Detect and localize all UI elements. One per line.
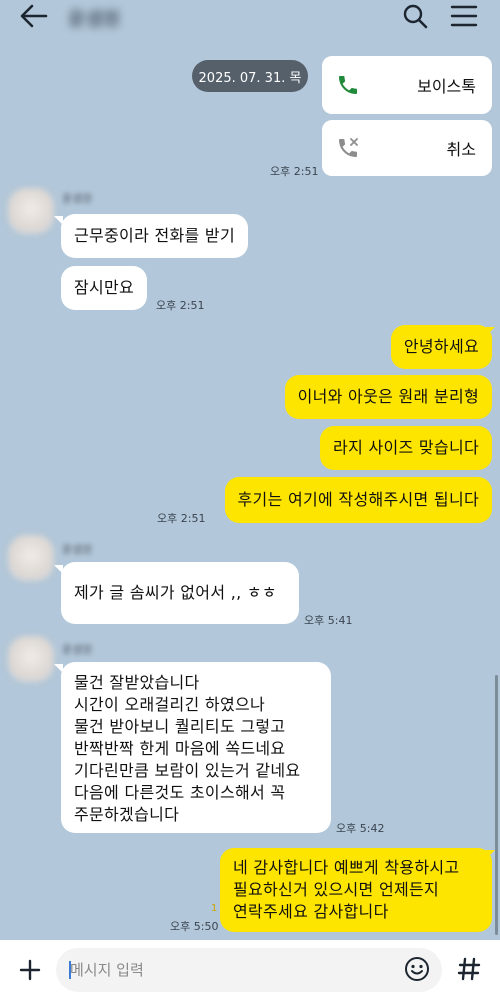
sender-name: 윤샘원	[62, 543, 93, 556]
scrollbar[interactable]	[495, 675, 498, 935]
call-label: 보이스톡	[417, 77, 476, 96]
message-time: 오후 2:51	[270, 165, 319, 178]
message-time: 오후 5:41	[304, 614, 353, 627]
message-bubble[interactable]: 라지 사이즈 맞습니다	[320, 426, 492, 470]
avatar[interactable]	[8, 535, 54, 581]
sender-name: 윤샘원	[62, 192, 93, 205]
smiley-icon[interactable]	[402, 954, 432, 984]
arrow-left-icon[interactable]	[18, 2, 50, 30]
message-input[interactable]	[70, 948, 390, 992]
call-label: 취소	[446, 140, 476, 159]
chat-title: 윤샘원	[68, 8, 121, 30]
date-divider: 2025. 07. 31. 목	[192, 60, 308, 92]
message-input-container[interactable]	[56, 948, 442, 992]
message-time: 오후 5:50	[170, 920, 219, 933]
cancelled-call-card[interactable]: 취소	[322, 120, 492, 176]
message-bubble[interactable]: 잠시만요	[61, 266, 148, 310]
phone-cancelled-icon	[339, 138, 358, 157]
message-time: 오후 2:51	[156, 299, 205, 312]
hamburger-menu-icon[interactable]	[450, 4, 478, 28]
message-bubble[interactable]: 물건 잘받았습니다 시간이 오래걸리긴 하였으나 물건 받아보니 퀄리티도 그렇…	[61, 662, 331, 833]
message-bubble[interactable]: 제가 글 솜씨가 없어서 ,, ㅎㅎ	[61, 562, 299, 624]
sender-name: 윤샘원	[62, 643, 93, 656]
message-bubble[interactable]: 후기는 여기에 작성해주시면 됩니다	[224, 477, 492, 523]
avatar[interactable]	[8, 636, 54, 682]
avatar[interactable]	[8, 188, 54, 234]
message-bubble[interactable]: 네 감사합니다 예쁘게 착용하시고 필요하신거 있으시면 언제든지 연락주세요 …	[220, 848, 492, 932]
message-bubble[interactable]: 이너와 아웃은 원래 분리형	[284, 375, 492, 419]
message-bubble[interactable]: 안녕하세요	[390, 325, 492, 369]
search-icon[interactable]	[402, 3, 428, 29]
plus-icon[interactable]	[16, 956, 44, 984]
message-bubble[interactable]: 근무중이라 전화를 받기	[61, 214, 248, 258]
phone-icon	[339, 76, 357, 94]
voice-call-card[interactable]: 보이스톡	[322, 56, 492, 114]
unread-count: 1	[211, 903, 218, 914]
message-time: 오후 5:42	[336, 822, 385, 835]
chat-header: 윤샘원	[0, 0, 500, 34]
hash-icon[interactable]	[456, 956, 482, 982]
message-time: 오후 2:51	[157, 512, 206, 525]
